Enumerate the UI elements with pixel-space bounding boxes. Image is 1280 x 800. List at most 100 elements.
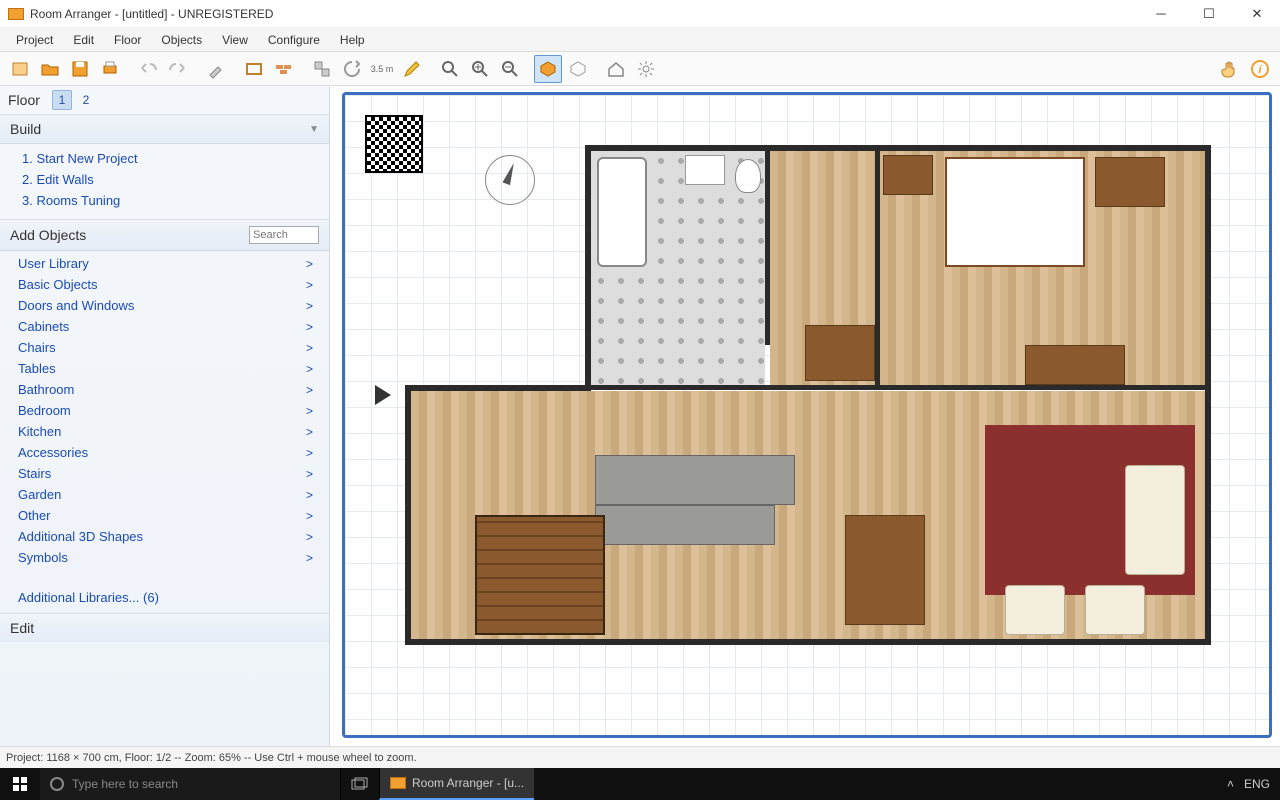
statusbar: Project: 1168 × 700 cm, Floor: 1/2 -- Zo… xyxy=(0,746,1280,768)
cat-cabinets[interactable]: Cabinets> xyxy=(0,316,329,337)
menu-help[interactable]: Help xyxy=(330,31,375,49)
cat-other[interactable]: Other> xyxy=(0,505,329,526)
zoom-out-button[interactable] xyxy=(496,55,524,83)
search-placeholder: Type here to search xyxy=(72,777,178,791)
cat-stairs[interactable]: Stairs> xyxy=(0,463,329,484)
menu-objects[interactable]: Objects xyxy=(151,31,212,49)
zoom-button[interactable] xyxy=(436,55,464,83)
zoom-in-button[interactable] xyxy=(466,55,494,83)
category-list: User Library> Basic Objects> Doors and W… xyxy=(0,251,329,578)
cat-garden[interactable]: Garden> xyxy=(0,484,329,505)
build-rooms-tuning[interactable]: 3. Rooms Tuning xyxy=(18,190,329,211)
edit-section-header[interactable]: Edit xyxy=(0,613,329,642)
print-button[interactable] xyxy=(96,55,124,83)
cat-bathroom[interactable]: Bathroom> xyxy=(0,379,329,400)
new-project-button[interactable] xyxy=(6,55,34,83)
tray-chevron-icon[interactable]: ˄ xyxy=(1227,777,1234,791)
window-title: Room Arranger - [untitled] - UNREGISTERE… xyxy=(30,7,1146,21)
add-objects-label: Add Objects xyxy=(10,227,86,243)
canvas-area[interactable] xyxy=(330,86,1280,746)
floor-tab-2[interactable]: 2 xyxy=(76,90,96,110)
add-objects-header[interactable]: Add Objects xyxy=(0,219,329,251)
walls-button[interactable] xyxy=(240,55,268,83)
floor-tab-1[interactable]: 1 xyxy=(52,90,72,110)
bed[interactable] xyxy=(945,157,1085,267)
cat-bedroom[interactable]: Bedroom> xyxy=(0,400,329,421)
menu-configure[interactable]: Configure xyxy=(258,31,330,49)
app-icon xyxy=(8,8,24,20)
cat-tables[interactable]: Tables> xyxy=(0,358,329,379)
cat-chairs[interactable]: Chairs> xyxy=(0,337,329,358)
sofa[interactable] xyxy=(1125,465,1185,575)
menu-edit[interactable]: Edit xyxy=(63,31,104,49)
settings-button[interactable] xyxy=(632,55,660,83)
start-button[interactable] xyxy=(0,768,40,800)
taskbar: Type here to search Room Arranger - [u..… xyxy=(0,768,1280,800)
build-edit-walls[interactable]: 2. Edit Walls xyxy=(18,169,329,190)
language-indicator[interactable]: ENG xyxy=(1244,777,1270,791)
sink[interactable] xyxy=(685,155,725,185)
additional-libraries-link[interactable]: Additional Libraries... (6) xyxy=(0,578,329,613)
kitchen-island[interactable] xyxy=(595,455,795,505)
desk[interactable] xyxy=(805,325,875,381)
info-button[interactable]: i xyxy=(1246,55,1274,83)
bricks-button[interactable] xyxy=(270,55,298,83)
entry-arrow-icon xyxy=(375,385,391,405)
cat-3d-shapes[interactable]: Additional 3D Shapes> xyxy=(0,526,329,547)
edit-panel xyxy=(0,642,329,722)
menu-view[interactable]: View xyxy=(212,31,258,49)
view-walk-button[interactable] xyxy=(564,55,592,83)
cat-user-library[interactable]: User Library> xyxy=(0,253,329,274)
maximize-button[interactable]: ☐ xyxy=(1194,4,1224,24)
bathtub[interactable] xyxy=(597,157,647,267)
menubar: Project Edit Floor Objects View Configur… xyxy=(0,28,1280,52)
minimize-button[interactable]: ─ xyxy=(1146,4,1176,24)
edit-header-label: Edit xyxy=(10,620,34,636)
menu-project[interactable]: Project xyxy=(6,31,63,49)
menu-floor[interactable]: Floor xyxy=(104,31,151,49)
taskbar-app-label: Room Arranger - [u... xyxy=(412,776,524,790)
build-header-label: Build xyxy=(10,121,41,137)
close-button[interactable]: ✕ xyxy=(1242,4,1272,24)
hand-button[interactable] xyxy=(1216,55,1244,83)
dining-table[interactable] xyxy=(845,515,925,625)
status-text: Project: 1168 × 700 cm, Floor: 1/2 -- Zo… xyxy=(6,752,417,764)
kitchen-counter[interactable] xyxy=(595,505,775,545)
wardrobe-1[interactable] xyxy=(883,155,933,195)
search-input[interactable] xyxy=(249,226,319,244)
group-button[interactable] xyxy=(308,55,336,83)
nightstand[interactable] xyxy=(1095,157,1165,207)
tv-stand[interactable] xyxy=(1025,345,1125,385)
taskbar-app-room-arranger[interactable]: Room Arranger - [u... xyxy=(379,768,534,800)
floorplan[interactable] xyxy=(405,145,1205,645)
brush-button[interactable] xyxy=(202,55,230,83)
floor-label: Floor xyxy=(8,92,40,108)
task-view-button[interactable] xyxy=(340,768,379,800)
system-tray[interactable]: ˄ ENG xyxy=(1217,777,1280,791)
titlebar: Room Arranger - [untitled] - UNREGISTERE… xyxy=(0,0,1280,28)
undo-button[interactable] xyxy=(134,55,162,83)
cat-doors-windows[interactable]: Doors and Windows> xyxy=(0,295,329,316)
redo-button[interactable] xyxy=(164,55,192,83)
measure-button[interactable]: 3.5 m xyxy=(368,55,396,83)
view-3d-button[interactable] xyxy=(534,55,562,83)
cat-symbols[interactable]: Symbols> xyxy=(0,547,329,568)
armchair-1[interactable] xyxy=(1005,585,1065,635)
toilet[interactable] xyxy=(735,159,761,193)
build-start-new-project[interactable]: 1. Start New Project xyxy=(18,148,329,169)
armchair-2[interactable] xyxy=(1085,585,1145,635)
save-button[interactable] xyxy=(66,55,94,83)
taskbar-search[interactable]: Type here to search xyxy=(40,768,340,800)
cat-accessories[interactable]: Accessories> xyxy=(0,442,329,463)
cat-kitchen[interactable]: Kitchen> xyxy=(0,421,329,442)
stairs[interactable] xyxy=(475,515,605,635)
open-button[interactable] xyxy=(36,55,64,83)
build-section-header[interactable]: Build ▼ xyxy=(0,114,329,144)
toolbar: 3.5 m i xyxy=(0,52,1280,86)
home-button[interactable] xyxy=(602,55,630,83)
sidebar: Floor 1 2 Build ▼ 1. Start New Project 2… xyxy=(0,86,330,746)
chevron-down-icon: ▼ xyxy=(309,124,319,135)
rotate-button[interactable] xyxy=(338,55,366,83)
pencil-button[interactable] xyxy=(398,55,426,83)
cat-basic-objects[interactable]: Basic Objects> xyxy=(0,274,329,295)
